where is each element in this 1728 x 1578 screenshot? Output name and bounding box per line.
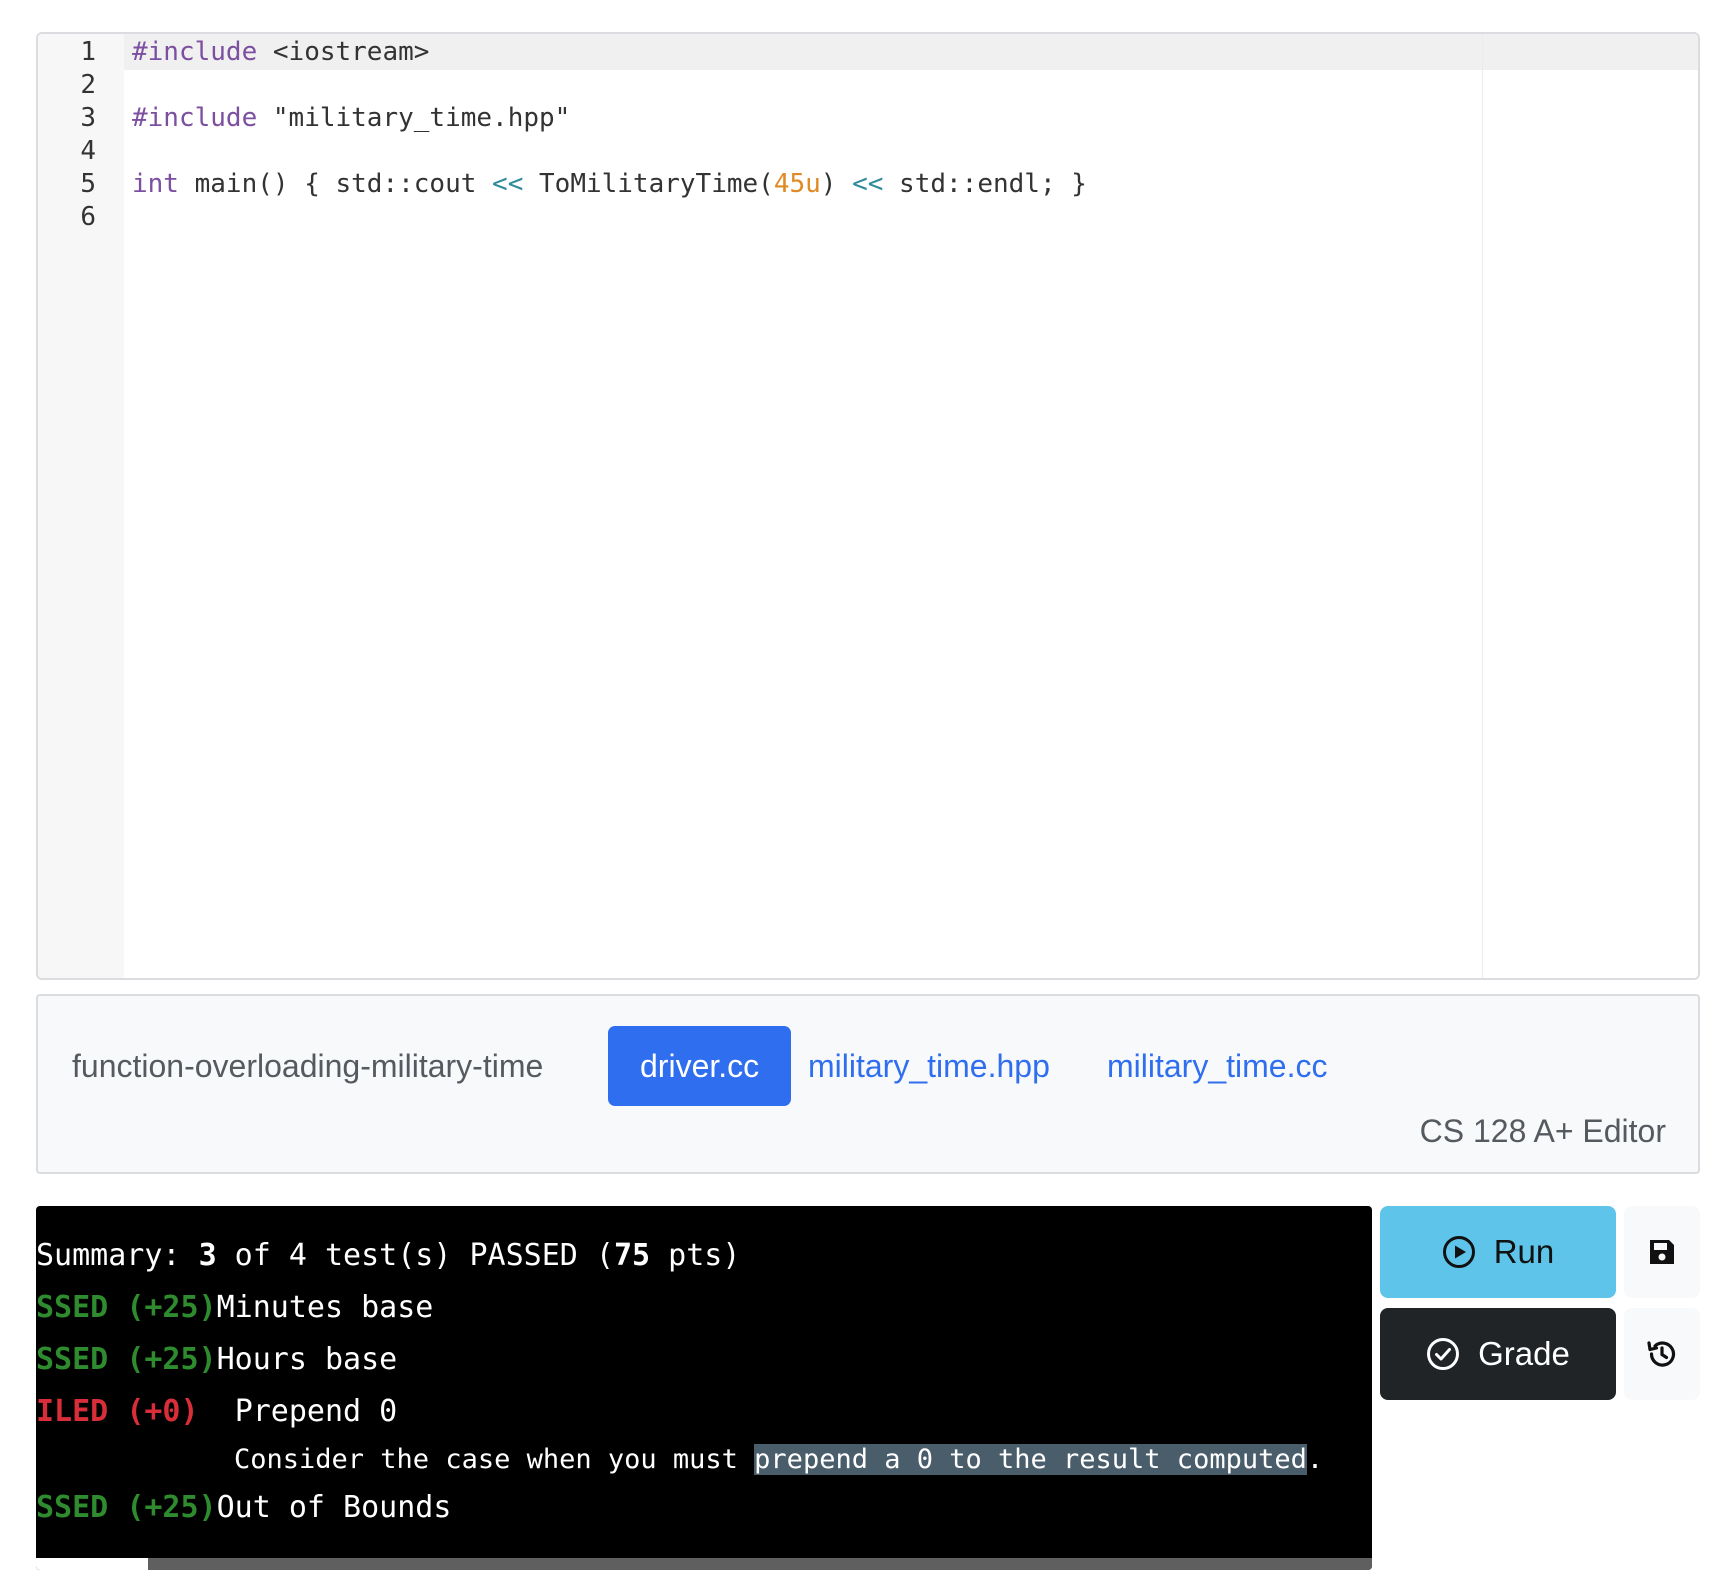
editor-brand-label: CS 128 A+ Editor xyxy=(1419,1113,1666,1149)
test-name: Out of Bounds xyxy=(216,1490,452,1525)
history-icon xyxy=(1645,1337,1679,1371)
horizontal-scrollbar[interactable] xyxy=(36,1558,1372,1570)
code-line[interactable]: int main() { std::cout << ToMilitaryTime… xyxy=(132,166,1087,202)
output-terminal[interactable]: Summary: 3 of 4 test(s) PASSED (75 pts) … xyxy=(36,1206,1372,1570)
save-icon xyxy=(1647,1237,1677,1267)
test-summary: Summary: 3 of 4 test(s) PASSED (75 pts) xyxy=(36,1236,740,1276)
code-token: #include xyxy=(132,37,258,67)
print-margin xyxy=(1482,34,1483,978)
play-circle-icon xyxy=(1442,1235,1476,1269)
file-tab-bar: function-overloading-military-time drive… xyxy=(36,994,1700,1174)
hint-selected-text: prepend a 0 to the result computed xyxy=(754,1444,1307,1475)
code-line[interactable]: #include <iostream> xyxy=(132,34,429,70)
scrollbar-thumb[interactable] xyxy=(36,1558,148,1570)
tab-military-time-hpp[interactable]: military_time.hpp xyxy=(776,1026,1082,1106)
test-name: Prepend 0 xyxy=(234,1394,398,1429)
test-result-row: SSED (+25)Minutes base xyxy=(36,1288,433,1328)
test-status: ILED xyxy=(36,1394,109,1429)
code-token: <iostream> xyxy=(257,37,430,67)
code-token: main() { std::cout xyxy=(178,169,493,199)
hint-text-end: . xyxy=(1306,1444,1324,1475)
line-number: 1 xyxy=(80,37,96,67)
code-token: ToMilitaryTime( xyxy=(523,169,774,199)
test-points: (+25) xyxy=(126,1490,217,1525)
line-number: 3 xyxy=(80,103,96,133)
test-hint: Consider the case when you must prepend … xyxy=(234,1440,1323,1480)
code-token: #include xyxy=(132,103,258,133)
test-name: Hours base xyxy=(216,1342,398,1377)
run-button[interactable]: Run xyxy=(1380,1206,1616,1298)
run-button-label: Run xyxy=(1493,1233,1555,1270)
code-token: 45u xyxy=(773,169,821,199)
test-points: (+25) xyxy=(126,1342,217,1377)
test-status: SSED xyxy=(36,1290,109,1325)
line-number: 5 xyxy=(80,169,96,199)
code-token: << xyxy=(492,169,524,199)
test-status: SSED xyxy=(36,1342,109,1377)
project-name: function-overloading-military-time xyxy=(72,1048,544,1084)
code-token: std::endl; } xyxy=(883,169,1087,199)
test-name: Minutes base xyxy=(216,1290,434,1325)
grade-button-label: Grade xyxy=(1478,1335,1570,1372)
summary-suffix: pts) xyxy=(650,1238,741,1273)
test-status: SSED xyxy=(36,1490,109,1525)
test-result-row: SSED (+25)Hours base xyxy=(36,1340,397,1380)
summary-prefix: Summary: xyxy=(36,1238,199,1273)
grade-button[interactable]: Grade xyxy=(1380,1308,1616,1400)
hint-text: Consider the case when you must xyxy=(234,1444,755,1475)
line-number: 4 xyxy=(80,136,96,166)
history-button[interactable] xyxy=(1624,1308,1700,1400)
check-circle-icon xyxy=(1426,1337,1460,1371)
test-points: (+25) xyxy=(126,1290,217,1325)
save-button[interactable] xyxy=(1624,1206,1700,1298)
tab-military-time-cc[interactable]: military_time.cc xyxy=(1075,1026,1359,1106)
code-token: int xyxy=(132,169,179,199)
code-editor[interactable]: 1 2 3 4 5 6 #include <iostream> #include… xyxy=(36,32,1700,980)
summary-middle: of 4 test(s) PASSED ( xyxy=(216,1238,614,1273)
test-result-row: ILED (+0) Prepend 0 xyxy=(36,1392,397,1432)
summary-passed-count: 3 xyxy=(198,1238,217,1273)
test-points: (+0) xyxy=(126,1394,199,1429)
code-token: << xyxy=(852,169,884,199)
line-number: 2 xyxy=(80,70,96,100)
code-token: ) xyxy=(820,169,853,199)
test-result-row: SSED (+25)Out of Bounds xyxy=(36,1488,451,1528)
tab-driver-cc[interactable]: driver.cc xyxy=(608,1026,792,1106)
summary-points: 75 xyxy=(613,1238,651,1273)
code-line[interactable]: #include "military_time.hpp" xyxy=(132,100,570,136)
code-token: "military_time.hpp" xyxy=(257,103,571,133)
line-number: 6 xyxy=(80,202,96,232)
